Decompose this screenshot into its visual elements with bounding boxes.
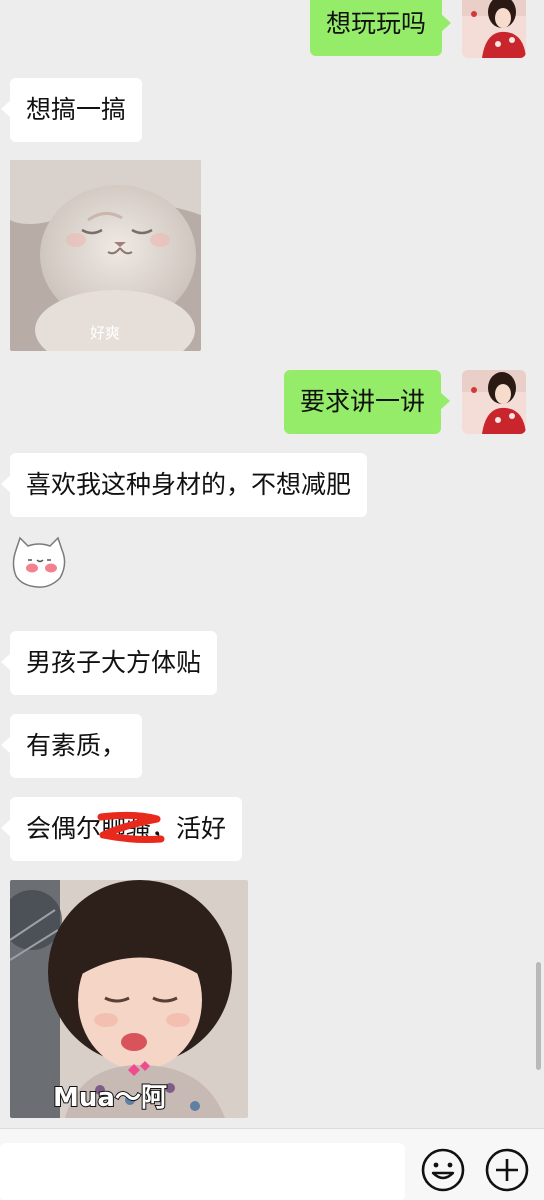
user-avatar[interactable]	[462, 370, 526, 434]
message-bubble-incoming[interactable]: 会偶尔聊骚 ，活好	[0, 797, 243, 861]
smiley-icon[interactable]	[420, 1147, 466, 1193]
sticker-caption: Mua～阿	[53, 1083, 167, 1113]
message-bubble-incoming[interactable]: 喜欢我这种身材的，不想减肥	[0, 453, 368, 517]
user-avatar[interactable]	[462, 0, 526, 58]
message-input[interactable]	[0, 1143, 405, 1200]
scrollbar[interactable]	[536, 962, 541, 1070]
avatar-image	[462, 0, 526, 58]
redacted-text: 聊骚	[97, 797, 165, 861]
sleeping-cat-image: 好爽	[10, 160, 201, 351]
message-text: 会偶尔	[26, 814, 102, 843]
message-bubble-incoming[interactable]: 有素质，	[0, 714, 143, 778]
kissing-girl-image: Mua～阿	[10, 880, 248, 1118]
message-bubble-outgoing[interactable]: 想玩玩吗	[310, 0, 452, 56]
sticker-caption: 好爽	[90, 324, 120, 342]
chat-window: 想玩玩吗 想搞一搞 好爽 要求讲一讲 喜欢我这种身材的，不想减肥 男孩子大方体贴…	[0, 0, 544, 1200]
sleeping-cat-sticker[interactable]: 好爽	[10, 160, 201, 351]
message-bubble-outgoing[interactable]: 要求讲一讲	[284, 370, 451, 434]
blushing-cat-sticker[interactable]	[10, 534, 68, 590]
redaction-scribble	[97, 811, 165, 843]
avatar-image	[462, 370, 526, 434]
message-bubble-incoming[interactable]: 想搞一搞	[0, 78, 143, 142]
plus-circle-icon[interactable]	[484, 1147, 530, 1193]
kissing-girl-sticker[interactable]: Mua～阿	[10, 880, 248, 1118]
input-bar	[0, 1128, 544, 1200]
message-bubble-incoming[interactable]: 男孩子大方体贴	[0, 631, 218, 695]
blushing-cat-image	[12, 536, 66, 588]
